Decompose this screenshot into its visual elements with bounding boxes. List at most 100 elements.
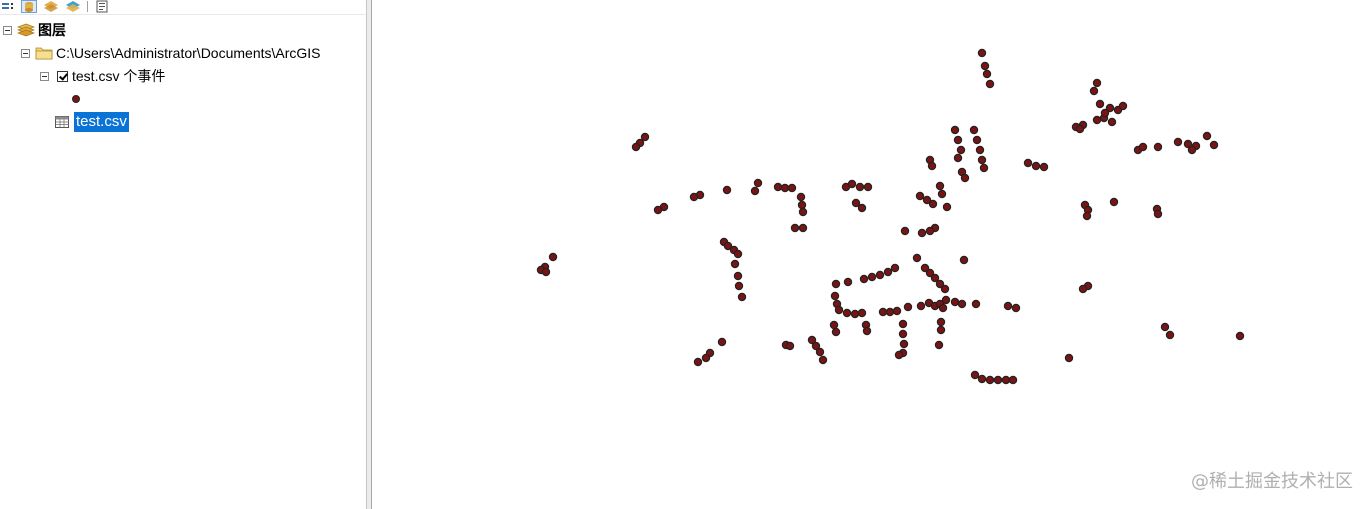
map-point[interactable] [970,370,980,380]
map-point[interactable] [950,125,960,135]
map-point[interactable] [815,347,825,357]
map-point[interactable] [875,270,885,280]
map-point[interactable] [798,207,808,217]
list-by-drawing-order-icon[interactable] [0,0,16,13]
map-point[interactable] [857,203,867,213]
map-point[interactable] [915,191,925,201]
map-point[interactable] [969,125,979,135]
map-point[interactable] [977,374,987,384]
map-point[interactable] [653,205,663,215]
map-point[interactable] [941,295,951,305]
tree-row-layers-root[interactable]: 图层 [3,20,66,40]
map-point[interactable] [830,291,840,301]
tree-row-folder[interactable]: C:\Users\Administrator\Documents\ArcGIS [21,43,321,63]
map-point[interactable] [959,255,969,265]
map-point[interactable] [847,179,857,189]
map-point[interactable] [878,307,888,317]
map-point[interactable] [785,341,795,351]
map-point[interactable] [734,281,744,291]
map-canvas[interactable] [372,0,1367,509]
collapse-toggle-icon[interactable] [21,48,30,58]
map-point[interactable] [977,48,987,58]
map-point[interactable] [640,132,650,142]
map-point[interactable] [900,226,910,236]
map-point[interactable] [930,273,940,283]
map-point[interactable] [541,267,551,277]
map-point[interactable] [1160,322,1170,332]
map-point[interactable] [855,182,865,192]
list-by-visibility-icon[interactable] [43,0,59,13]
map-point[interactable] [1039,162,1049,172]
map-point[interactable] [1109,197,1119,207]
map-point[interactable] [975,145,985,155]
map-point[interactable] [925,226,935,236]
map-point[interactable] [1023,158,1033,168]
map-point[interactable] [796,192,806,202]
map-point[interactable] [750,186,760,196]
map-point[interactable] [737,292,747,302]
map-point[interactable] [1092,115,1102,125]
map-point[interactable] [927,161,937,171]
map-point[interactable] [867,272,877,282]
map-point[interactable] [1064,353,1074,363]
map-point[interactable] [890,263,900,273]
map-point[interactable] [977,155,987,165]
map-point[interactable] [1089,86,1099,96]
map-point[interactable] [773,182,783,192]
map-point[interactable] [1209,140,1219,150]
map-point[interactable] [928,199,938,209]
map-point[interactable] [1202,131,1212,141]
collapse-toggle-icon[interactable] [3,25,12,35]
table-label[interactable]: test.csv [74,112,129,132]
map-point[interactable] [899,339,909,349]
map-point[interactable] [1095,99,1105,109]
map-point[interactable] [985,79,995,89]
map-point[interactable] [1153,142,1163,152]
map-point[interactable] [780,183,790,193]
map-point[interactable] [1118,101,1128,111]
map-point[interactable] [950,297,960,307]
map-point[interactable] [863,182,873,192]
map-point[interactable] [971,299,981,309]
map-point[interactable] [912,253,922,263]
map-point[interactable] [829,320,839,330]
map-point[interactable] [717,337,727,347]
map-point[interactable] [979,163,989,173]
map-point[interactable] [1082,211,1092,221]
map-point[interactable] [960,173,970,183]
map-point[interactable] [790,223,800,233]
map-point[interactable] [733,249,743,259]
map-point[interactable] [1235,331,1245,341]
map-point[interactable] [898,319,908,329]
map-point[interactable] [894,350,904,360]
map-point[interactable] [936,317,946,327]
point-symbol-icon[interactable] [72,95,80,103]
map-point[interactable] [972,135,982,145]
map-point[interactable] [1075,124,1085,134]
map-point[interactable] [1001,375,1011,385]
map-point[interactable] [787,183,797,193]
map-point[interactable] [722,185,732,195]
map-point[interactable] [1107,117,1117,127]
map-point[interactable] [940,284,950,294]
map-point[interactable] [883,267,893,277]
map-point[interactable] [956,145,966,155]
layer-visibility-checkbox[interactable] [52,70,72,82]
map-point[interactable] [982,69,992,79]
map-point[interactable] [548,252,558,262]
map-point[interactable] [938,303,948,313]
map-point[interactable] [857,308,867,318]
map-point[interactable] [993,375,1003,385]
map-point[interactable] [1031,161,1041,171]
map-point[interactable] [842,308,852,318]
map-point[interactable] [934,340,944,350]
map-point[interactable] [753,178,763,188]
map-point[interactable] [980,61,990,71]
map-point[interactable] [859,274,869,284]
map-point[interactable] [831,279,841,289]
collapse-toggle-icon[interactable] [40,71,49,81]
map-point[interactable] [1153,209,1163,219]
map-point[interactable] [892,306,902,316]
map-point[interactable] [1165,330,1175,340]
map-point[interactable] [693,357,703,367]
